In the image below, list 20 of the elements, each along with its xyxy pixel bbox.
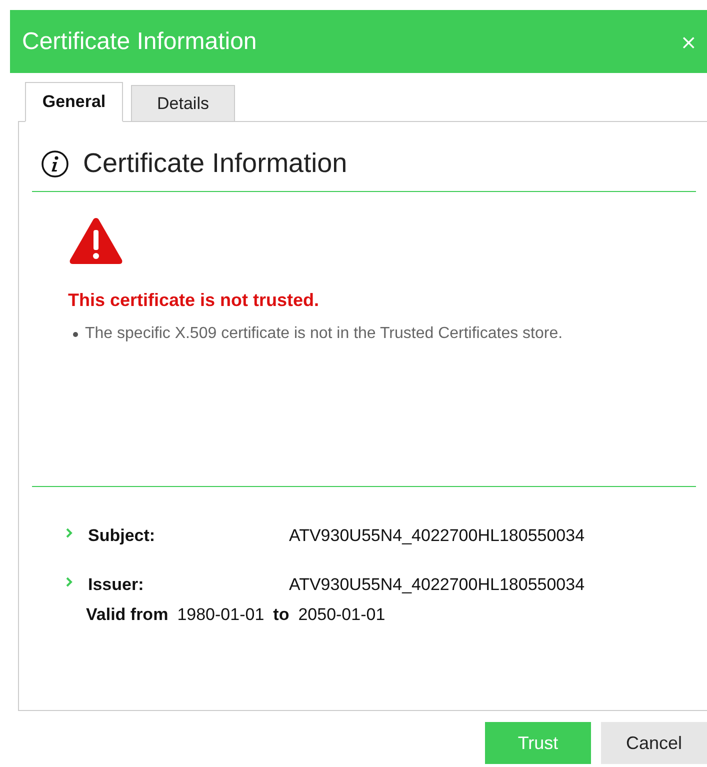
field-value: ATV930U55N4_4022700HL180550034 (289, 574, 585, 594)
field-value: 2050-01-01 (298, 605, 386, 625)
bullet-icon (73, 332, 78, 336)
tab[interactable]: Details (131, 85, 235, 122)
chevron-icon[interactable] (65, 526, 73, 538)
chevron-icon[interactable] (65, 576, 73, 588)
warning-message: This certificate is not trusted. (68, 290, 320, 311)
field-label: Subject: (88, 526, 156, 546)
field-value: ATV930U55N4_4022700HL180550034 (289, 526, 585, 546)
cancel-button[interactable]: Cancel (601, 722, 707, 764)
window-title: Certificate Information (22, 28, 257, 56)
warning-icon (68, 216, 124, 266)
field-label: to (273, 605, 290, 625)
field-label: Valid from (86, 605, 168, 625)
field-label: Issuer: (88, 574, 145, 594)
field-value: 1980-01-01 (177, 605, 264, 625)
section-heading: Certificate Information (83, 148, 348, 179)
reason-text: The specific X.509 certificate is not in the Trusted Certificates store. (85, 325, 563, 343)
info-icon (41, 150, 69, 178)
tab[interactable]: General (25, 82, 123, 122)
